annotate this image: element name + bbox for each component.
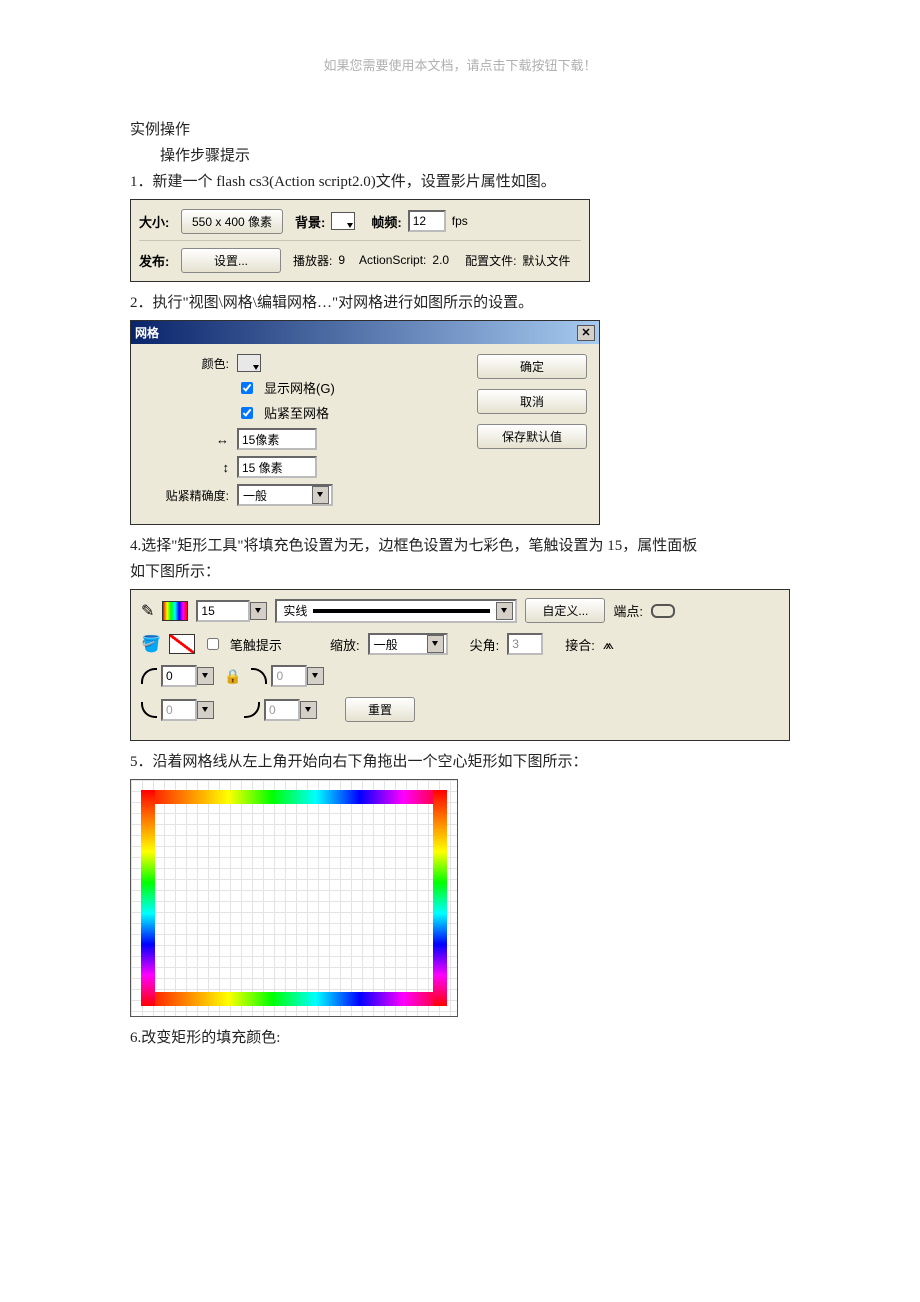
as-value: 2.0 xyxy=(432,253,449,267)
bg-label: 背景: xyxy=(295,212,325,231)
join-label: 接合: xyxy=(565,635,595,654)
grid-color-label: 颜色: xyxy=(143,355,229,372)
size-button[interactable]: 550 x 400 像素 xyxy=(181,209,283,234)
corner-tl-icon xyxy=(141,668,157,684)
ok-button[interactable]: 确定 xyxy=(477,354,587,379)
chevron-down-icon xyxy=(197,701,214,719)
grid-color-swatch[interactable] xyxy=(237,354,261,372)
config-value: 默认文件 xyxy=(522,252,570,269)
corner-tl-input[interactable] xyxy=(161,665,197,687)
step-1-text: 1．新建一个 flash cs3(Action script2.0)文件，设置影… xyxy=(130,171,790,193)
cancel-button[interactable]: 取消 xyxy=(477,389,587,414)
step-6-text: 6.改变矩形的填充颜色: xyxy=(130,1027,790,1049)
cap-icon[interactable] xyxy=(651,604,675,618)
horizontal-arrow-icon: ↔ xyxy=(143,432,229,447)
scale-label: 缩放: xyxy=(330,635,360,654)
settings-button[interactable]: 设置... xyxy=(181,248,281,273)
corner-br-icon xyxy=(244,702,260,718)
chevron-down-icon xyxy=(347,223,353,228)
chevron-down-icon[interactable] xyxy=(197,667,214,685)
snap-grid-label: 贴紧至网格 xyxy=(264,403,329,422)
player-value: 9 xyxy=(338,253,345,267)
step-5-text: 5．沿着网格线从左上角开始向右下角拖出一个空心矩形如下图所示： xyxy=(130,751,790,773)
chevron-down-icon xyxy=(307,667,324,685)
chevron-down-icon xyxy=(496,602,513,620)
stroke-hint-checkbox[interactable] xyxy=(207,638,219,650)
scale-select[interactable]: 一般 xyxy=(368,633,448,655)
chevron-down-icon xyxy=(427,635,444,653)
stroke-color-swatch[interactable] xyxy=(162,601,188,621)
dialog-title: 网格 xyxy=(135,324,159,341)
step-4-text-b: 如下图所示： xyxy=(130,561,790,583)
bucket-icon: 🪣 xyxy=(141,634,161,654)
player-label: 播放器: xyxy=(293,252,332,269)
custom-button[interactable]: 自定义... xyxy=(525,598,605,623)
grid-v-input[interactable] xyxy=(237,456,317,478)
show-grid-checkbox[interactable] xyxy=(241,382,253,394)
miter-input xyxy=(507,633,543,655)
corner-tr-icon xyxy=(251,668,267,684)
corner-bl-icon xyxy=(141,702,157,718)
step-4-text-a: 4.选择"矩形工具"将填充色设置为无，边框色设置为七彩色，笔触设置为 15，属性… xyxy=(130,535,790,557)
accuracy-value: 一般 xyxy=(243,487,267,504)
lock-icon[interactable]: 🔒 xyxy=(224,668,241,685)
chevron-down-icon xyxy=(300,701,317,719)
fps-unit: fps xyxy=(452,214,468,228)
size-label: 大小: xyxy=(139,212,175,231)
snap-grid-checkbox[interactable] xyxy=(241,407,253,419)
corner-tr-input xyxy=(271,665,307,687)
reset-button[interactable]: 重置 xyxy=(345,697,415,722)
accuracy-select[interactable]: 一般 xyxy=(237,484,333,506)
chevron-down-icon xyxy=(312,486,329,504)
chevron-down-icon[interactable] xyxy=(250,602,267,620)
join-icon[interactable]: ⩕ xyxy=(603,636,614,653)
stroke-hint-label: 笔触提示 xyxy=(230,635,282,654)
stroke-size-input[interactable] xyxy=(196,600,250,622)
step-2-text: 2．执行"视图\网格\编辑网格…"对网格进行如图所示的设置。 xyxy=(130,292,790,314)
pencil-icon: ✎ xyxy=(141,601,154,621)
fill-color-swatch[interactable] xyxy=(169,634,195,654)
section-title: 实例操作 xyxy=(130,119,790,141)
grid-dialog: 网格 ✕ 颜色: 显示网格(G) 贴紧至网格 xyxy=(130,320,600,525)
rainbow-border-left xyxy=(141,790,155,1006)
movie-properties-panel: 大小: 550 x 400 像素 背景: 帧频: fps 发布: 设置... 播… xyxy=(130,199,590,282)
section-subtitle: 操作步骤提示 xyxy=(130,145,790,167)
rainbow-border-right xyxy=(433,790,447,1006)
line-preview xyxy=(313,609,490,613)
fps-input[interactable] xyxy=(408,210,446,232)
line-style-select[interactable]: 实线 xyxy=(275,599,517,623)
corner-bl-input xyxy=(161,699,197,721)
vertical-arrow-icon: ↕ xyxy=(143,460,229,475)
scale-value: 一般 xyxy=(374,636,398,653)
config-label: 配置文件: xyxy=(465,252,516,269)
fps-label: 帧频: xyxy=(371,212,401,231)
line-style-value: 实线 xyxy=(283,602,307,619)
rainbow-border-bottom xyxy=(141,992,447,1006)
chevron-down-icon xyxy=(253,365,259,370)
dialog-titlebar: 网格 ✕ xyxy=(131,321,599,344)
accuracy-label: 贴紧精确度: xyxy=(143,487,229,504)
as-label: ActionScript: xyxy=(359,253,426,267)
rainbow-border-top xyxy=(141,790,447,804)
stroke-properties-panel: ✎ 实线 自定义... 端点: 🪣 笔触提示 缩放: 一般 xyxy=(130,589,790,741)
show-grid-label: 显示网格(G) xyxy=(264,378,335,397)
bg-color-swatch[interactable] xyxy=(331,212,355,230)
corner-br-input xyxy=(264,699,300,721)
miter-label: 尖角: xyxy=(470,635,500,654)
save-default-button[interactable]: 保存默认值 xyxy=(477,424,587,449)
grid-h-input[interactable] xyxy=(237,428,317,450)
rectangle-preview xyxy=(130,779,458,1017)
header-note: 如果您需要使用本文档，请点击下载按钮下载！ xyxy=(130,55,790,74)
cap-label: 端点: xyxy=(613,601,643,620)
publish-label: 发布: xyxy=(139,251,175,270)
close-button[interactable]: ✕ xyxy=(577,325,595,341)
